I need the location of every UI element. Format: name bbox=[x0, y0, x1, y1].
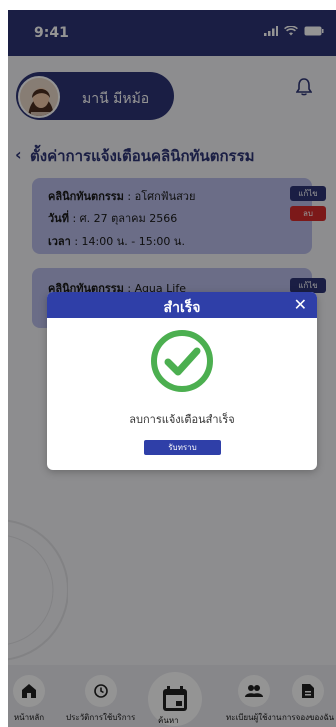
modal-header: สำเร็จ ✕ bbox=[47, 292, 317, 318]
modal-message: ลบการแจ้งเตือนสำเร็จ bbox=[129, 413, 235, 426]
phone-frame: 9:41 มานี มีหม้อ ‹ ตั้งค่าการแจ้งเตือนคล… bbox=[8, 10, 336, 727]
check-circle-icon bbox=[151, 330, 213, 392]
modal-title: สำเร็จ bbox=[163, 300, 201, 316]
acknowledge-button[interactable]: รับทราบ bbox=[144, 440, 221, 455]
close-icon[interactable]: ✕ bbox=[294, 295, 307, 314]
success-modal: สำเร็จ ✕ ลบการแจ้งเตือนสำเร็จ รับทราบ bbox=[47, 292, 317, 470]
